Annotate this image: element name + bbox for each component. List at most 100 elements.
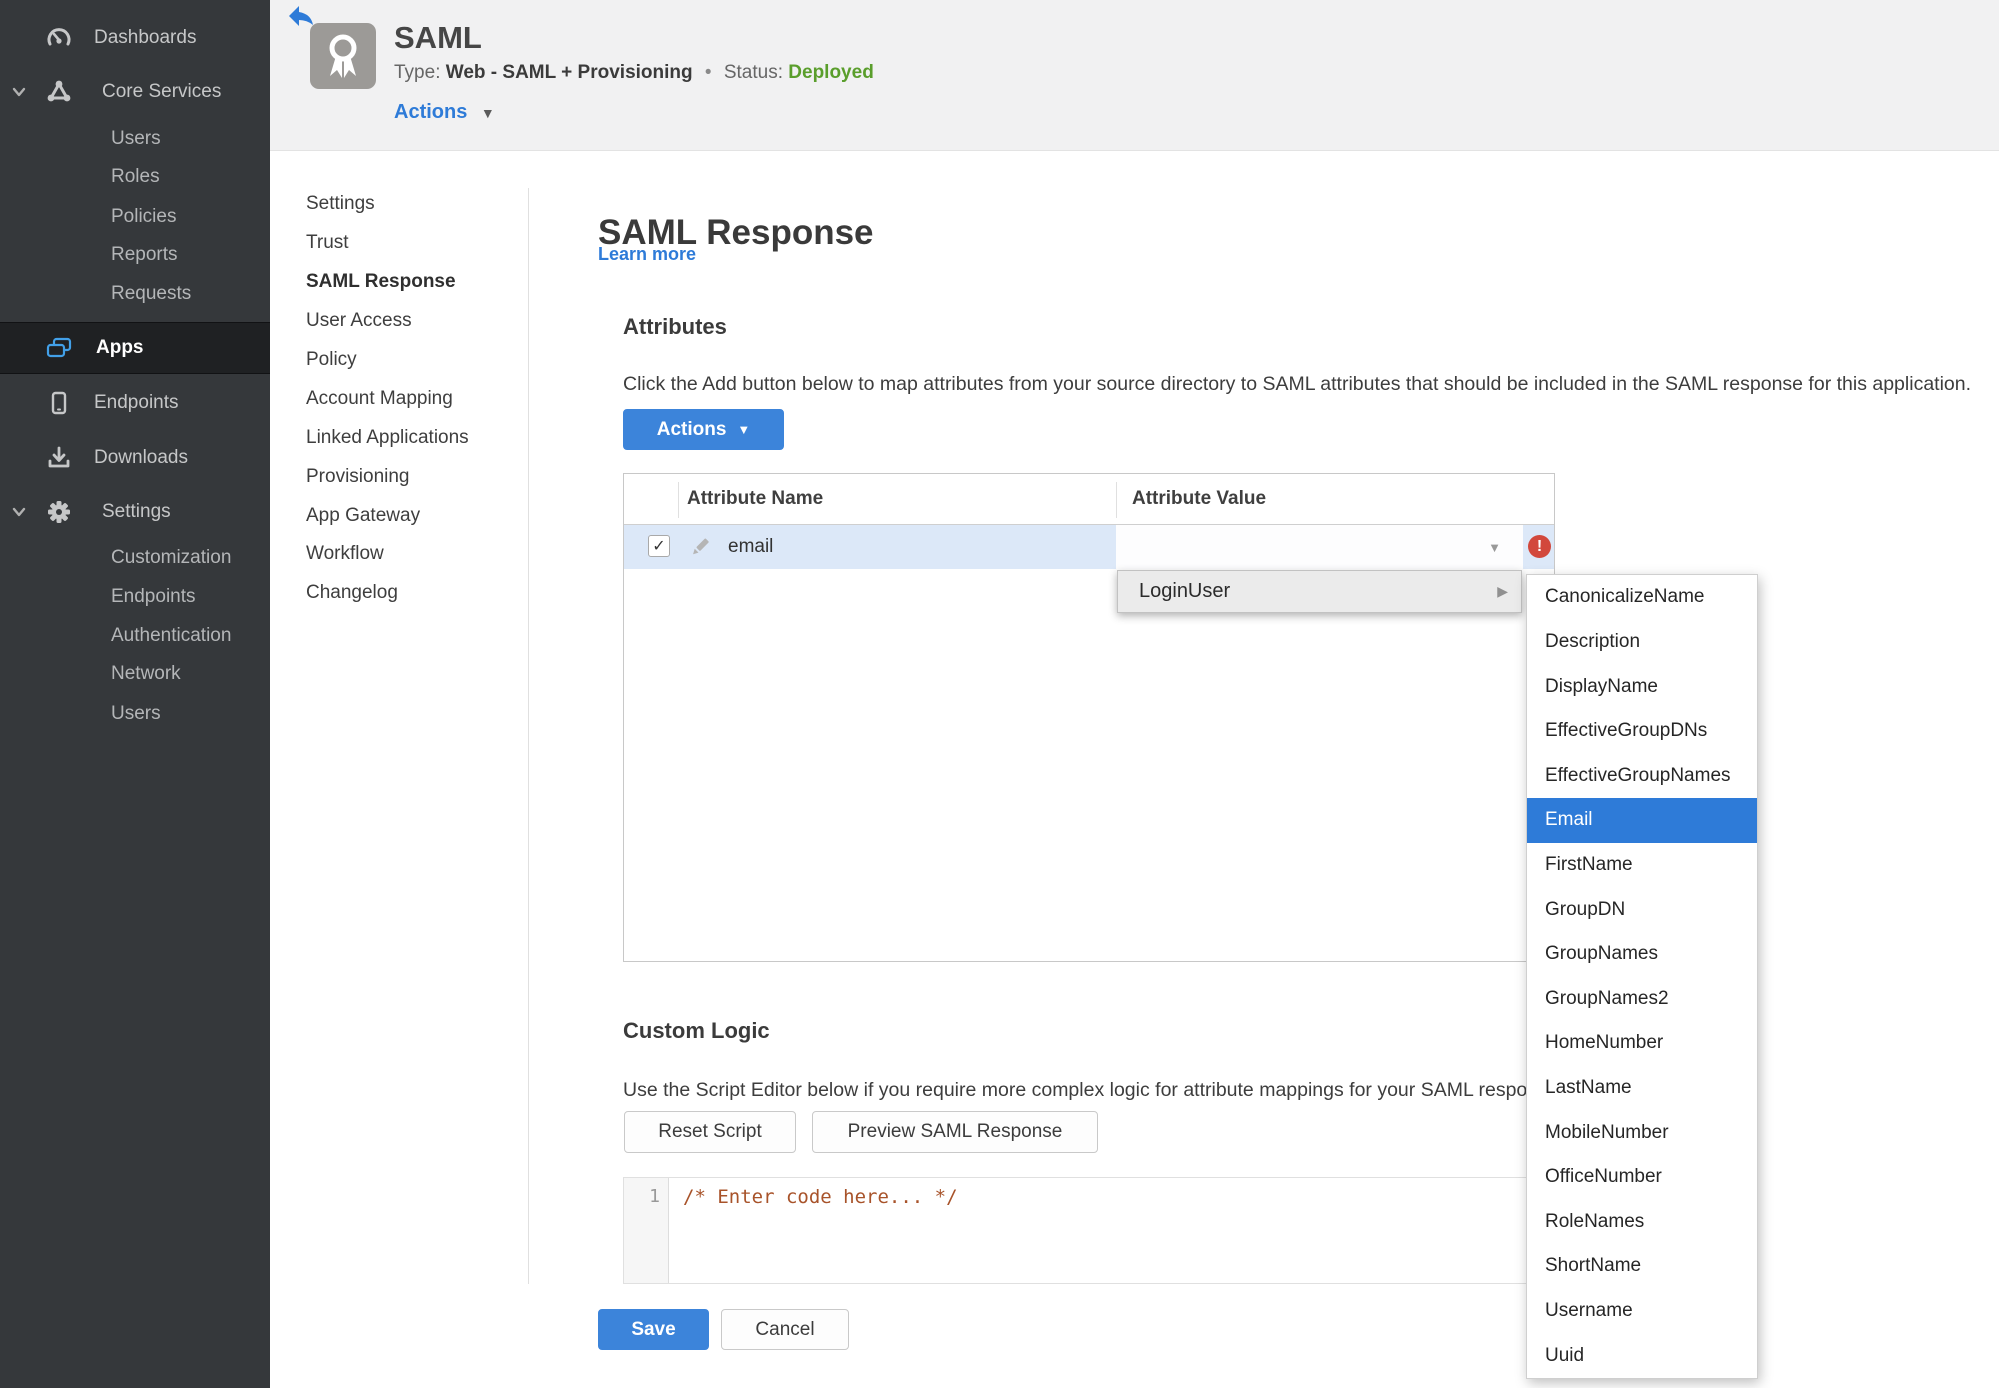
header-actions-menu[interactable]: Actions ▼ (394, 101, 495, 124)
menu-option[interactable]: MobileNumber (1527, 1110, 1757, 1155)
learn-more-link[interactable]: Learn more (598, 244, 696, 265)
menu-option[interactable]: OfficeNumber (1527, 1155, 1757, 1200)
menu-option[interactable]: FirstName (1527, 843, 1757, 888)
subnav-item[interactable]: Changelog (306, 574, 526, 613)
value-menu-loginuser[interactable]: LoginUser ▶ (1117, 570, 1522, 613)
save-button-label: Save (631, 1318, 676, 1340)
sidebar-item-settings-users[interactable]: Users (0, 699, 270, 729)
reset-script-button[interactable]: Reset Script (624, 1111, 796, 1153)
sidebar-item-label: Network (111, 663, 181, 684)
cancel-button-label: Cancel (755, 1318, 815, 1340)
menu-option-label: Username (1545, 1300, 1633, 1322)
subnav-item-label: Account Mapping (306, 387, 453, 409)
error-icon: ! (1528, 535, 1551, 558)
sidebar-item-label: Requests (111, 283, 192, 304)
subnav-item[interactable]: Trust (306, 224, 526, 263)
cancel-button[interactable]: Cancel (721, 1309, 849, 1350)
subnav-item[interactable]: Linked Applications (306, 418, 526, 457)
core-services-icon (47, 80, 71, 102)
attributes-actions-button[interactable]: Actions ▼ (623, 409, 784, 450)
sidebar-item-users[interactable]: Users (0, 124, 270, 154)
sidebar-item-roles[interactable]: Roles (0, 162, 270, 192)
sidebar-item-policies[interactable]: Policies (0, 202, 270, 232)
custom-logic-heading: Custom Logic (623, 1018, 770, 1044)
type-value: Web - SAML + Provisioning (445, 62, 693, 83)
sidebar-item-endpoints[interactable]: Endpoints (0, 388, 270, 418)
sidebar-item-label: Users (111, 703, 161, 724)
menu-option[interactable]: CanonicalizeName (1527, 575, 1757, 620)
page-app-title: SAML (394, 20, 482, 55)
menu-option[interactable]: GroupNames (1527, 932, 1757, 977)
menu-option[interactable]: DisplayName (1527, 664, 1757, 709)
menu-option[interactable]: Email (1527, 798, 1757, 843)
menu-option-label: CanonicalizeName (1545, 586, 1705, 608)
attribute-options-menu: CanonicalizeName Description DisplayName… (1526, 574, 1758, 1379)
sidebar-item-requests[interactable]: Requests (0, 279, 270, 309)
menu-option-label: Uuid (1545, 1344, 1585, 1366)
app-icon-badge (310, 23, 376, 89)
subnav-item[interactable]: App Gateway (306, 496, 526, 535)
sidebar-item-settings-endpoints[interactable]: Endpoints (0, 582, 270, 612)
subnav-item-label: Provisioning (306, 465, 410, 487)
save-button[interactable]: Save (598, 1309, 709, 1350)
table-header: Attribute Name Attribute Value (624, 474, 1554, 525)
subnav-item[interactable]: Settings (306, 185, 526, 224)
menu-option[interactable]: LastName (1527, 1066, 1757, 1111)
header-actions-label: Actions (394, 101, 468, 123)
column-header-attribute-value: Attribute Value (1132, 488, 1267, 509)
menu-option[interactable]: EffectiveGroupDNs (1527, 709, 1757, 754)
menu-option[interactable]: RoleNames (1527, 1200, 1757, 1245)
subnav-item[interactable]: Policy (306, 341, 526, 380)
menu-option[interactable]: Username (1527, 1289, 1757, 1334)
gear-icon (48, 501, 70, 523)
app-config-subnav: Settings Trust SAML Response User Access… (306, 185, 526, 613)
menu-option[interactable]: Description (1527, 620, 1757, 665)
sidebar-item-downloads[interactable]: Downloads (0, 443, 270, 473)
menu-option-label: RoleNames (1545, 1210, 1645, 1232)
menu-option[interactable]: Uuid (1527, 1333, 1757, 1378)
attributes-table: Attribute Name Attribute Value ✓ email ▼… (623, 473, 1555, 962)
table-row[interactable]: ✓ email ▼ ! (624, 525, 1554, 569)
menu-option-label: EffectiveGroupNames (1545, 764, 1731, 786)
status-badge: Deployed (788, 62, 874, 83)
sidebar-item-dashboards[interactable]: Dashboards (0, 23, 270, 53)
preview-saml-response-button[interactable]: Preview SAML Response (812, 1111, 1098, 1153)
menu-option-label: FirstName (1545, 853, 1633, 875)
menu-option-label: GroupNames2 (1545, 987, 1669, 1009)
subnav-item[interactable]: SAML Response (306, 263, 526, 302)
row-checkbox[interactable]: ✓ (648, 535, 670, 557)
sidebar-item-network[interactable]: Network (0, 659, 270, 689)
sidebar-item-apps[interactable]: Apps (0, 322, 270, 374)
device-icon (51, 391, 67, 415)
app-root: Dashboards Core Services Users Roles Pol… (0, 0, 1999, 1388)
sidebar-item-authentication[interactable]: Authentication (0, 621, 270, 651)
content-divider (528, 188, 529, 1284)
subnav-item[interactable]: Account Mapping (306, 379, 526, 418)
sidebar-item-core-services[interactable]: Core Services (0, 77, 270, 107)
sidebar: Dashboards Core Services Users Roles Pol… (0, 0, 270, 1388)
menu-option-label: GroupDN (1545, 898, 1626, 920)
type-label: Type: (394, 62, 441, 83)
script-editor[interactable]: 1 /* Enter code here... */ (623, 1177, 1555, 1284)
menu-option[interactable]: GroupDN (1527, 887, 1757, 932)
sidebar-item-label: Downloads (94, 447, 188, 468)
attribute-value-dropdown[interactable]: ▼ (1116, 525, 1523, 569)
edit-pencil-icon[interactable] (688, 535, 712, 559)
menu-option[interactable]: HomeNumber (1527, 1021, 1757, 1066)
subnav-item[interactable]: User Access (306, 302, 526, 341)
sidebar-item-customization[interactable]: Customization (0, 543, 270, 573)
custom-logic-description: Use the Script Editor below if you requi… (623, 1078, 1565, 1101)
submenu-arrow-icon: ▶ (1497, 583, 1508, 599)
menu-option[interactable]: GroupNames2 (1527, 976, 1757, 1021)
sidebar-item-reports[interactable]: Reports (0, 240, 270, 270)
subnav-item[interactable]: Provisioning (306, 457, 526, 496)
sidebar-item-settings[interactable]: Settings (0, 497, 270, 527)
sidebar-item-label: Users (111, 128, 161, 149)
sidebar-item-label: Endpoints (111, 586, 196, 607)
subnav-item[interactable]: Workflow (306, 535, 526, 574)
menu-option[interactable]: EffectiveGroupNames (1527, 753, 1757, 798)
sidebar-item-label: Customization (111, 547, 232, 568)
subnav-item-label: Policy (306, 349, 357, 370)
subnav-item-label: User Access (306, 310, 412, 332)
menu-option[interactable]: ShortName (1527, 1244, 1757, 1289)
